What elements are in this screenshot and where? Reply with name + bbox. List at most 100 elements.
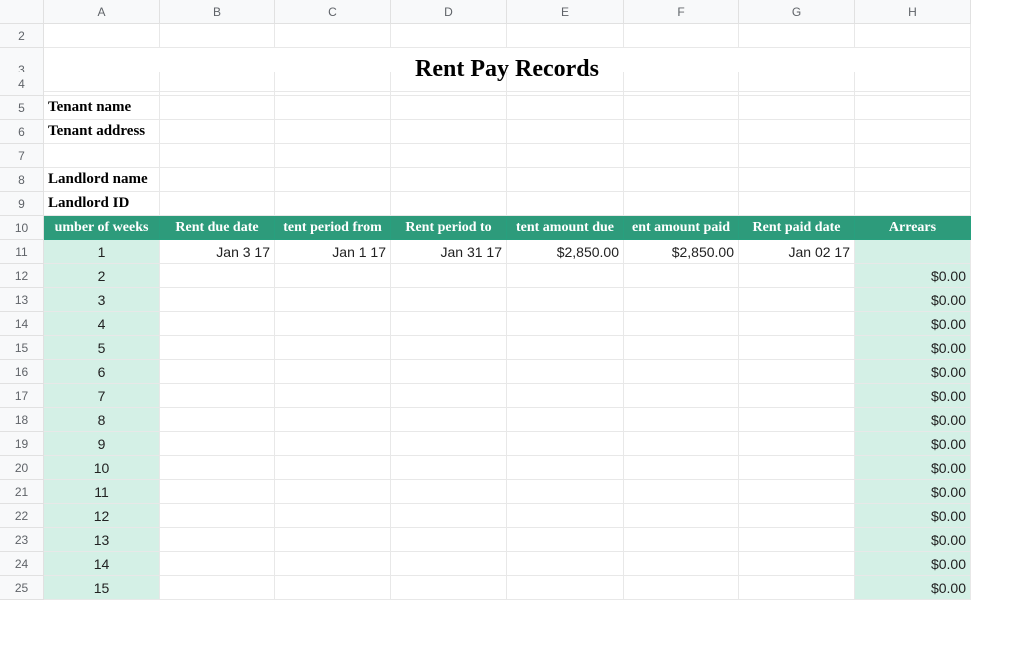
cell-F4[interactable] <box>624 72 739 96</box>
cell-arrears[interactable]: $0.00 <box>855 336 971 360</box>
cell-F8[interactable] <box>624 168 739 192</box>
cell-F9[interactable] <box>624 192 739 216</box>
cell-G5[interactable] <box>739 96 855 120</box>
row-header-13[interactable]: 13 <box>0 288 44 312</box>
cell-from[interactable] <box>275 456 391 480</box>
cell-paid-date[interactable] <box>739 504 855 528</box>
row-header-4[interactable]: 4 <box>0 72 44 96</box>
row-header-10[interactable]: 10 <box>0 216 44 240</box>
cell-arrears[interactable]: $0.00 <box>855 456 971 480</box>
cell-A7[interactable] <box>44 144 160 168</box>
cell-arrears[interactable]: $0.00 <box>855 288 971 312</box>
cell-C6[interactable] <box>275 120 391 144</box>
cell-B6[interactable] <box>160 120 275 144</box>
row-header-6[interactable]: 6 <box>0 120 44 144</box>
row-header-18[interactable]: 18 <box>0 408 44 432</box>
cell-E8[interactable] <box>507 168 624 192</box>
cell-F5[interactable] <box>624 96 739 120</box>
row-header-11[interactable]: 11 <box>0 240 44 264</box>
cell-C2[interactable] <box>275 24 391 48</box>
cell-amt-due[interactable] <box>507 528 624 552</box>
cell-H4[interactable] <box>855 72 971 96</box>
cell-to[interactable] <box>391 552 507 576</box>
cell-week[interactable]: 13 <box>44 528 160 552</box>
cell-to[interactable] <box>391 336 507 360</box>
cell-to[interactable] <box>391 528 507 552</box>
th-arrears[interactable]: Arrears <box>855 216 971 240</box>
cell-from[interactable] <box>275 432 391 456</box>
cell-to[interactable] <box>391 264 507 288</box>
cell-amt-paid[interactable] <box>624 528 739 552</box>
cell-due[interactable] <box>160 312 275 336</box>
cell-from[interactable]: Jan 1 17 <box>275 240 391 264</box>
cell-amt-paid[interactable] <box>624 432 739 456</box>
cell-week[interactable]: 14 <box>44 552 160 576</box>
cell-arrears[interactable]: $0.00 <box>855 408 971 432</box>
cell-D2[interactable] <box>391 24 507 48</box>
cell-F7[interactable] <box>624 144 739 168</box>
cell-due[interactable] <box>160 288 275 312</box>
cell-paid-date[interactable] <box>739 264 855 288</box>
cell-D6[interactable] <box>391 120 507 144</box>
cell-G4[interactable] <box>739 72 855 96</box>
cell-from[interactable] <box>275 288 391 312</box>
col-header-A[interactable]: A <box>44 0 160 24</box>
cell-G8[interactable] <box>739 168 855 192</box>
cell-week[interactable]: 5 <box>44 336 160 360</box>
cell-paid-date[interactable] <box>739 384 855 408</box>
cell-due[interactable] <box>160 432 275 456</box>
cell-week[interactable]: 6 <box>44 360 160 384</box>
row-header-15[interactable]: 15 <box>0 336 44 360</box>
cell-amt-paid[interactable] <box>624 504 739 528</box>
cell-amt-paid[interactable] <box>624 264 739 288</box>
cell-B8[interactable] <box>160 168 275 192</box>
cell-G2[interactable] <box>739 24 855 48</box>
cell-week[interactable]: 11 <box>44 480 160 504</box>
cell-to[interactable] <box>391 312 507 336</box>
cell-paid-date[interactable] <box>739 552 855 576</box>
row-header-16[interactable]: 16 <box>0 360 44 384</box>
cell-to[interactable] <box>391 432 507 456</box>
cell-from[interactable] <box>275 384 391 408</box>
row-header-22[interactable]: 22 <box>0 504 44 528</box>
cell-to[interactable] <box>391 480 507 504</box>
cell-amt-paid[interactable] <box>624 552 739 576</box>
cell-due[interactable] <box>160 336 275 360</box>
cell-from[interactable] <box>275 336 391 360</box>
cell-H7[interactable] <box>855 144 971 168</box>
label-tenant-name[interactable]: Tenant name <box>44 96 160 120</box>
cell-amt-paid[interactable] <box>624 576 739 600</box>
th-rent-paid-date[interactable]: Rent paid date <box>739 216 855 240</box>
cell-to[interactable] <box>391 408 507 432</box>
cell-amt-paid[interactable] <box>624 456 739 480</box>
cell-amt-due[interactable] <box>507 288 624 312</box>
row-header-5[interactable]: 5 <box>0 96 44 120</box>
cell-E6[interactable] <box>507 120 624 144</box>
row-header-17[interactable]: 17 <box>0 384 44 408</box>
cell-E4[interactable] <box>507 72 624 96</box>
cell-from[interactable] <box>275 504 391 528</box>
spreadsheet-grid[interactable]: A B C D E F G H 2 3 Rent Pay Records 4 5… <box>0 0 1024 600</box>
col-header-B[interactable]: B <box>160 0 275 24</box>
cell-D4[interactable] <box>391 72 507 96</box>
cell-amt-due[interactable] <box>507 360 624 384</box>
label-tenant-address[interactable]: Tenant address <box>44 120 160 144</box>
cell-to[interactable] <box>391 360 507 384</box>
cell-to[interactable] <box>391 288 507 312</box>
cell-E7[interactable] <box>507 144 624 168</box>
th-rent-period-from[interactable]: tent period from <box>275 216 391 240</box>
cell-amt-due[interactable] <box>507 480 624 504</box>
cell-from[interactable] <box>275 480 391 504</box>
cell-G6[interactable] <box>739 120 855 144</box>
cell-paid-date[interactable] <box>739 480 855 504</box>
col-header-D[interactable]: D <box>391 0 507 24</box>
cell-D9[interactable] <box>391 192 507 216</box>
cell-amt-due[interactable] <box>507 408 624 432</box>
col-header-G[interactable]: G <box>739 0 855 24</box>
cell-arrears[interactable]: $0.00 <box>855 432 971 456</box>
cell-week[interactable]: 2 <box>44 264 160 288</box>
cell-from[interactable] <box>275 360 391 384</box>
cell-paid-date[interactable]: Jan 02 17 <box>739 240 855 264</box>
cell-amt-due[interactable] <box>507 312 624 336</box>
cell-paid-date[interactable] <box>739 288 855 312</box>
